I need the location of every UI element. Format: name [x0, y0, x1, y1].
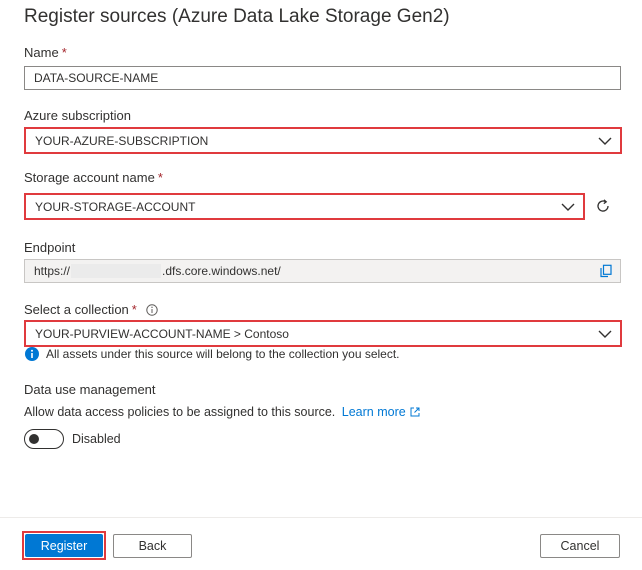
- required-mark: *: [131, 302, 137, 317]
- data-use-description: Allow data access policies to be assigne…: [24, 405, 420, 419]
- storage-account-value: YOUR-STORAGE-ACCOUNT: [35, 199, 196, 214]
- data-use-toggle[interactable]: [24, 429, 64, 449]
- footer-divider: [0, 517, 642, 518]
- name-label-text: Name: [24, 45, 59, 60]
- name-input-value: DATA-SOURCE-NAME: [34, 71, 159, 85]
- collection-label: Select a collection *: [24, 302, 137, 317]
- copy-icon[interactable]: [600, 264, 612, 278]
- cancel-button[interactable]: Cancel: [540, 534, 620, 558]
- chevron-down-icon: [598, 136, 612, 146]
- endpoint-field: https:// .dfs.core.windows.net/: [24, 259, 621, 283]
- collection-info-text: All assets under this source will belong…: [46, 347, 400, 361]
- collection-dropdown[interactable]: YOUR-PURVIEW-ACCOUNT-NAME > Contoso: [24, 320, 622, 347]
- subscription-dropdown[interactable]: YOUR-AZURE-SUBSCRIPTION: [24, 127, 622, 154]
- toggle-knob: [29, 434, 39, 444]
- data-use-toggle-label: Disabled: [72, 432, 121, 446]
- collection-label-text: Select a collection: [24, 302, 129, 317]
- required-mark: *: [61, 45, 67, 60]
- register-button[interactable]: Register: [25, 534, 103, 557]
- name-label: Name *: [24, 45, 67, 60]
- info-filled-icon: [25, 347, 39, 361]
- page-title: Register sources (Azure Data Lake Storag…: [24, 6, 450, 27]
- subscription-value: YOUR-AZURE-SUBSCRIPTION: [35, 133, 209, 148]
- data-use-description-text: Allow data access policies to be assigne…: [24, 405, 336, 419]
- learn-more-link[interactable]: Learn more: [342, 405, 420, 419]
- storage-account-label: Storage account name *: [24, 170, 163, 185]
- refresh-icon[interactable]: [594, 197, 612, 215]
- endpoint-label: Endpoint: [24, 240, 76, 255]
- masked-account-name: [71, 264, 162, 278]
- subscription-label: Azure subscription: [24, 108, 131, 123]
- name-input[interactable]: DATA-SOURCE-NAME: [24, 66, 621, 90]
- back-button[interactable]: Back: [113, 534, 192, 558]
- collection-value: YOUR-PURVIEW-ACCOUNT-NAME > Contoso: [35, 326, 289, 341]
- learn-more-text: Learn more: [341, 405, 406, 419]
- external-link-icon: [410, 406, 420, 417]
- chevron-down-icon: [598, 329, 612, 339]
- info-icon[interactable]: [146, 303, 158, 316]
- storage-account-label-text: Storage account name: [24, 170, 155, 185]
- required-mark: *: [157, 170, 163, 185]
- storage-account-dropdown[interactable]: YOUR-STORAGE-ACCOUNT: [24, 193, 585, 220]
- collection-info-message: All assets under this source will belong…: [25, 347, 400, 361]
- data-use-heading: Data use management: [24, 382, 156, 397]
- endpoint-suffix: .dfs.core.windows.net/: [162, 264, 281, 278]
- endpoint-prefix: https://: [34, 264, 71, 278]
- chevron-down-icon: [561, 202, 575, 212]
